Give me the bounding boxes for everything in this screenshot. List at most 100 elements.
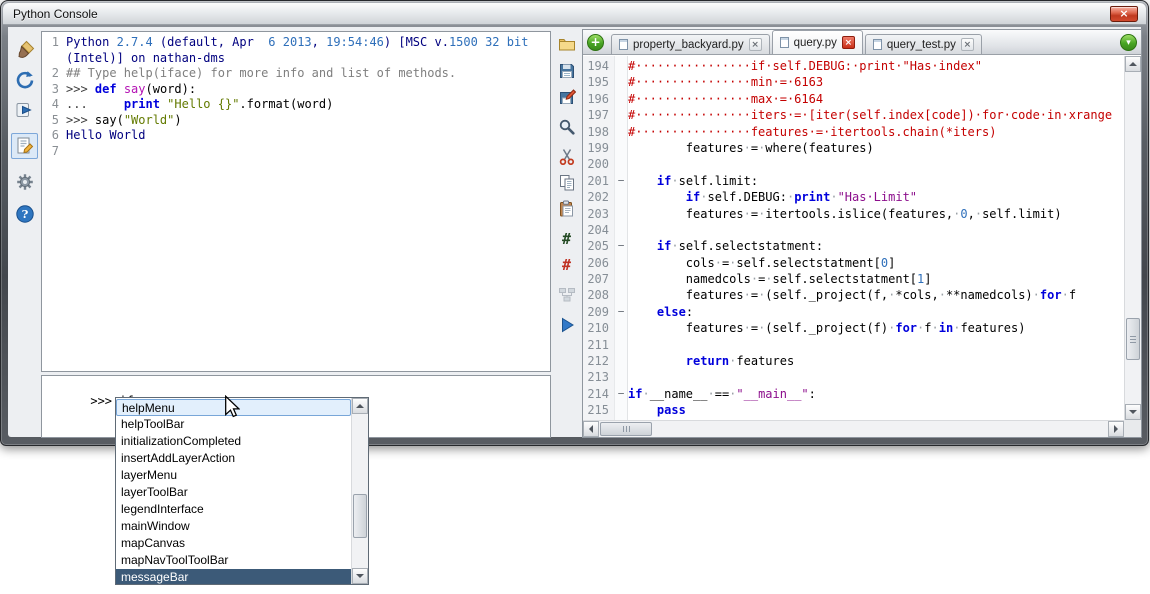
options-icon [15,172,35,192]
editor-code-area[interactable]: 194#················if·self.DEBUG:·print… [583,56,1124,420]
line-number: 207 [583,271,614,287]
fold-margin [614,353,628,369]
console-line[interactable]: 2## Type help(iface) for more info and l… [44,66,550,82]
uncomment-button[interactable]: # [554,253,579,277]
editor-line[interactable]: 202 if·self.DEBUG:·print·"Has·Limit" [583,189,1124,205]
clear-console-icon [15,40,35,60]
editor-line[interactable]: 209− else: [583,304,1124,320]
editor-line[interactable]: 201− if·self.limit: [583,173,1124,189]
autocomplete-item[interactable]: messageBar [116,569,351,584]
fold-margin [614,402,628,418]
editor-line[interactable]: 203 features·=·itertools.islice(features… [583,206,1124,222]
editor-line[interactable]: 199 features·=·where(features) [583,140,1124,156]
object-inspector-button[interactable] [554,283,579,307]
editor-line[interactable]: 211 [583,337,1124,353]
autocomplete-item[interactable]: legendInterface [116,501,351,518]
run-command-button[interactable] [11,97,38,123]
fold-margin [614,140,628,156]
editor-line[interactable]: 206 cols·=·self.selectstatment[0] [583,255,1124,271]
editor-line[interactable]: 196#················max·=·6164 [583,91,1124,107]
open-file-button[interactable] [554,33,579,57]
horizontal-scrollbar-thumb[interactable] [600,422,652,436]
console-line[interactable]: (Intel)] on nathan-dms [44,51,550,67]
cut-button[interactable] [554,145,579,169]
show-editor-button[interactable] [11,133,38,159]
editor-line[interactable]: 208 features·=·(self._project(f,·*cols,·… [583,287,1124,303]
editor-line[interactable]: 207 namedcols·=·self.selectstatment[1] [583,271,1124,287]
comment-icon: # [562,232,571,247]
options-button[interactable] [11,169,38,195]
tab-property_backyard.py[interactable]: property_backyard.py× [611,34,770,54]
code-text: (Intel)] on nathan-dms [66,51,550,67]
fold-marker-icon[interactable]: − [614,386,628,402]
editor-line[interactable]: 214−if·__name__·==·"__main__": [583,386,1124,402]
tab-list-button[interactable]: ▾ [1120,34,1137,51]
show-editor-icon [15,136,35,156]
console-output-panel[interactable]: 1Python 2.7.4 (default, Apr 6 2013, 19:5… [41,31,551,372]
autocomplete-item[interactable]: mapCanvas [116,535,351,552]
console-line[interactable]: 4... print "Hello {}".format(word) [44,97,550,113]
editor-horizontal-scrollbar[interactable] [583,420,1124,437]
autocomplete-item[interactable]: layerMenu [116,467,351,484]
editor-line[interactable]: 212 return·features [583,353,1124,369]
title-bar[interactable]: Python Console × [3,3,1146,25]
autocomplete-item[interactable]: insertAddLayerAction [116,450,351,467]
import-class-button[interactable] [11,67,38,93]
save-as-button[interactable] [554,85,579,109]
file-icon [873,39,882,50]
fold-marker-icon[interactable]: − [614,173,628,189]
console-line[interactable]: 3>>> def say(word): [44,82,550,98]
editor-line[interactable]: 198#················features·=·itertools… [583,124,1124,140]
editor-line[interactable]: 200 [583,156,1124,172]
tab-query_test.py[interactable]: query_test.py × [865,34,982,54]
help-button[interactable]: ? [11,201,38,227]
save-button[interactable] [554,59,579,83]
scroll-up-arrow[interactable] [1125,56,1141,72]
console-line[interactable]: 1Python 2.7.4 (default, Apr 6 2013, 19:5… [44,35,550,51]
run-script-button[interactable] [554,313,579,337]
tab-close-icon[interactable]: × [749,38,762,51]
close-button[interactable]: × [1110,6,1138,22]
new-tab-button[interactable]: + [587,34,604,51]
editor-line[interactable]: 213 [583,369,1124,385]
fold-margin [614,287,628,303]
tab-close-icon[interactable]: × [842,36,855,49]
autocomplete-item[interactable]: layerToolBar [116,484,351,501]
code-text: if·self.DEBUG:·print·"Has·Limit" [628,189,1124,205]
scroll-left-arrow[interactable] [583,421,599,437]
editor-line[interactable]: 194#················if·self.DEBUG:·print… [583,58,1124,74]
autocomplete-item[interactable]: mapNavToolToolBar [116,552,351,569]
autocomplete-item[interactable]: mainWindow [116,518,351,535]
vertical-scrollbar-thumb[interactable] [1126,318,1140,360]
comment-button[interactable]: # [554,227,579,251]
editor-line[interactable]: 195#················min·=·6163 [583,74,1124,90]
scroll-down-arrow[interactable] [352,568,368,584]
tab-label: query_test.py [887,39,956,51]
console-line[interactable]: 7 [44,144,550,160]
editor-line[interactable]: 205− if·self.selectstatment: [583,238,1124,254]
fold-marker-icon[interactable]: − [614,238,628,254]
scroll-up-arrow[interactable] [352,398,368,414]
editor-line[interactable]: 197#················iters·=·[iter(self.i… [583,107,1124,123]
scroll-down-arrow[interactable] [1125,404,1141,420]
copy-button[interactable] [554,171,579,195]
scroll-right-arrow[interactable] [1108,421,1124,437]
line-number: 208 [583,287,614,303]
editor-line[interactable]: 204 [583,222,1124,238]
find-button[interactable] [554,115,579,139]
autocomplete-scrollbar-thumb[interactable] [353,494,367,538]
tab-query.py[interactable]: query.py× [772,30,863,54]
console-line[interactable]: 5>>> say("World") [44,113,550,129]
console-line[interactable]: 6Hello World [44,128,550,144]
clear-console-button[interactable] [11,37,38,63]
editor-vertical-scrollbar[interactable] [1124,56,1141,420]
editor-line[interactable]: 210 features·=·(self._project(f)·for·f·i… [583,320,1124,336]
editor-line[interactable]: 215 pass [583,402,1124,418]
help-icon: ? [15,204,35,224]
autocomplete-item[interactable]: initializationCompleted [116,433,351,450]
editor-toolbar: # # [552,29,581,435]
tab-close-icon[interactable]: × [961,38,974,51]
paste-button[interactable] [554,197,579,221]
autocomplete-scrollbar[interactable] [351,398,368,584]
fold-marker-icon[interactable]: − [614,304,628,320]
